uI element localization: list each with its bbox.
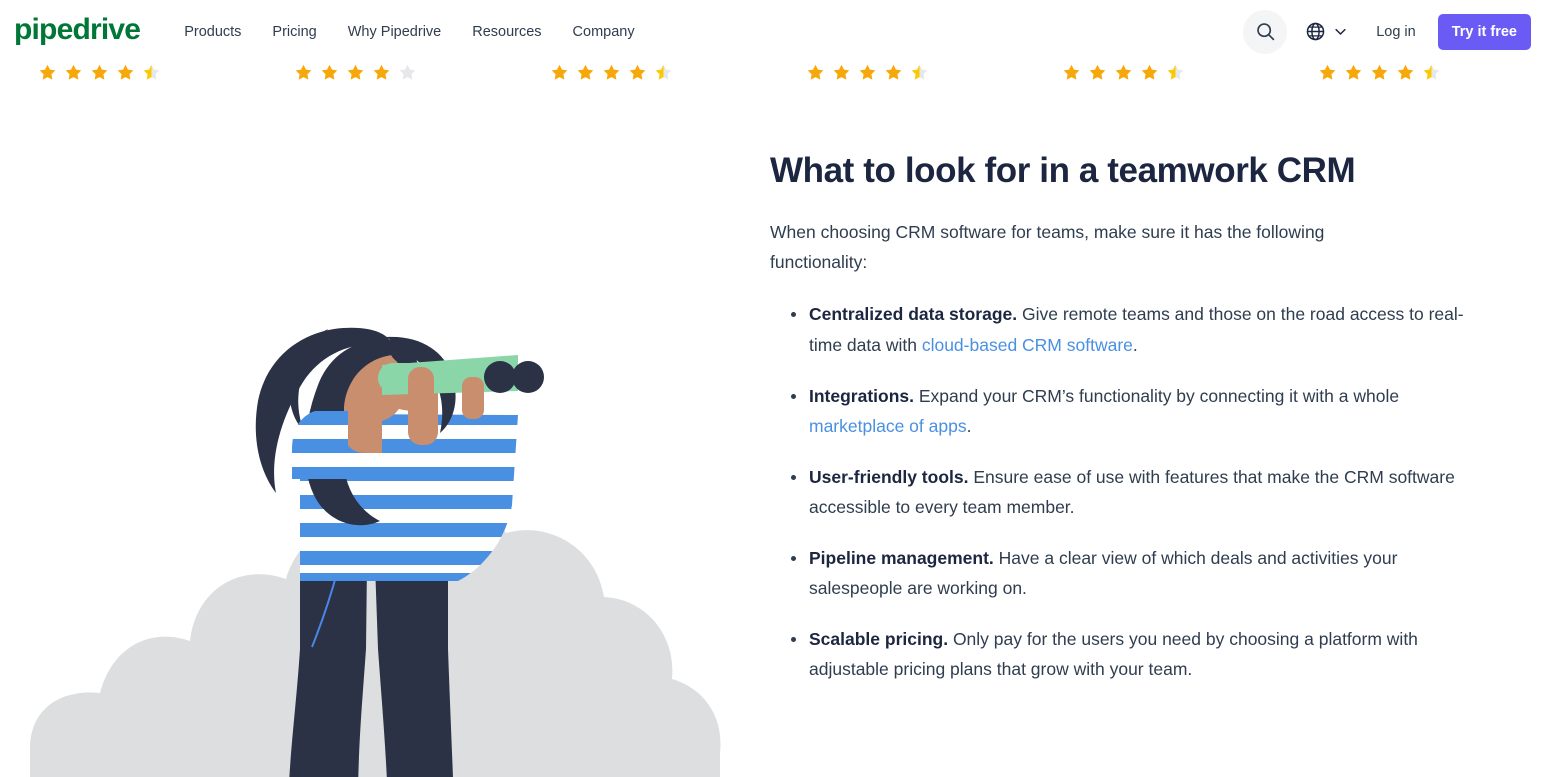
rating-group bbox=[294, 63, 417, 82]
star-full-icon bbox=[1371, 64, 1388, 80]
review-ratings-strip bbox=[0, 63, 1547, 111]
woman-with-binoculars-illustration bbox=[30, 327, 721, 777]
rating-group bbox=[1318, 63, 1441, 82]
star-full-icon bbox=[373, 64, 390, 80]
star-full-icon bbox=[807, 64, 824, 80]
feature-term: Integrations. bbox=[809, 385, 915, 406]
star-full-icon bbox=[859, 64, 876, 80]
star-full-icon bbox=[91, 64, 108, 80]
header-actions: Log in Try it free bbox=[1243, 9, 1531, 54]
star-full-icon bbox=[1141, 64, 1158, 80]
star-half-icon bbox=[911, 64, 928, 80]
star-full-icon bbox=[39, 64, 56, 80]
feature-term: Pipeline management. bbox=[809, 548, 994, 568]
rating-group bbox=[1062, 63, 1185, 82]
main-navigation: Products Pricing Why Pipedrive Resources… bbox=[184, 16, 665, 48]
site-header: pipedrive Products Pricing Why Pipedrive… bbox=[0, 0, 1547, 63]
star-half-icon bbox=[655, 64, 672, 80]
star-full-icon bbox=[1089, 64, 1106, 80]
star-full-icon bbox=[551, 64, 568, 80]
feature-term: Scalable pricing. bbox=[809, 629, 949, 650]
feature-description: Expand your CRM’s functionality by conne… bbox=[914, 385, 1400, 406]
language-selector[interactable] bbox=[1299, 15, 1354, 48]
feature-list-item: User-friendly tools. Ensure ease of use … bbox=[770, 462, 1480, 522]
globe-icon bbox=[1306, 22, 1325, 41]
star-full-icon bbox=[629, 64, 646, 80]
rating-group bbox=[550, 63, 673, 82]
star-full-icon bbox=[1397, 64, 1414, 80]
illustration-column bbox=[0, 149, 770, 777]
star-full-icon bbox=[321, 64, 338, 80]
binoculars-lens-left bbox=[484, 361, 516, 393]
feature-list-item: Integrations. Expand your CRM’s function… bbox=[770, 381, 1480, 441]
star-full-icon bbox=[117, 64, 134, 80]
feature-list: Centralized data storage. Give remote te… bbox=[770, 299, 1507, 684]
feature-list-item: Scalable pricing. Only pay for the users… bbox=[770, 624, 1480, 684]
binoculars-lens-right bbox=[512, 361, 544, 393]
intro-paragraph: When choosing CRM software for teams, ma… bbox=[770, 222, 1325, 273]
search-icon bbox=[1256, 23, 1274, 41]
try-it-free-button[interactable]: Try it free bbox=[1437, 13, 1531, 50]
feature-list-item: Pipeline management. Have a clear view o… bbox=[770, 543, 1480, 603]
star-full-icon bbox=[833, 64, 850, 80]
star-full-icon bbox=[1063, 64, 1080, 80]
feature-description-tail: . bbox=[1132, 334, 1138, 355]
star-half-icon bbox=[1167, 64, 1184, 80]
star-full-icon bbox=[347, 64, 364, 80]
main-content: What to look for in a teamwork CRM When … bbox=[0, 111, 1547, 777]
star-full-icon bbox=[1319, 64, 1336, 80]
feature-list-item: Centralized data storage. Give remote te… bbox=[770, 299, 1480, 359]
star-half-icon bbox=[1423, 64, 1440, 80]
nav-item-resources[interactable]: Resources bbox=[472, 16, 572, 48]
pipedrive-logo[interactable]: pipedrive bbox=[14, 15, 141, 48]
nav-item-products[interactable]: Products bbox=[184, 16, 272, 48]
nav-item-company[interactable]: Company bbox=[573, 16, 666, 48]
feature-term: Centralized data storage. bbox=[809, 304, 1018, 325]
search-button[interactable] bbox=[1243, 9, 1288, 54]
feature-description-tail: . bbox=[966, 415, 972, 436]
rating-group bbox=[38, 63, 161, 82]
chevron-down-icon bbox=[1335, 28, 1346, 35]
star-half-icon bbox=[143, 64, 160, 80]
feature-inline-link[interactable]: marketplace of apps bbox=[809, 416, 967, 436]
star-full-icon bbox=[603, 64, 620, 80]
login-link[interactable]: Log in bbox=[1376, 24, 1416, 40]
page-title: What to look for in a teamwork CRM bbox=[770, 151, 1356, 190]
rating-group bbox=[806, 63, 929, 82]
star-full-icon bbox=[885, 64, 902, 80]
front-hand bbox=[408, 367, 434, 429]
star-full-icon bbox=[65, 64, 82, 80]
star-full-icon bbox=[577, 64, 594, 80]
nav-item-pricing[interactable]: Pricing bbox=[272, 16, 347, 48]
star-full-icon bbox=[1345, 64, 1362, 80]
feature-inline-link[interactable]: cloud-based CRM software bbox=[922, 335, 1133, 355]
star-empty-icon bbox=[399, 64, 416, 80]
feature-term: User-friendly tools. bbox=[809, 466, 969, 487]
star-full-icon bbox=[295, 64, 312, 80]
text-column: What to look for in a teamwork CRM When … bbox=[770, 149, 1547, 777]
star-full-icon bbox=[1115, 64, 1132, 80]
nav-item-why-pipedrive[interactable]: Why Pipedrive bbox=[348, 16, 472, 48]
second-hand bbox=[462, 377, 484, 419]
